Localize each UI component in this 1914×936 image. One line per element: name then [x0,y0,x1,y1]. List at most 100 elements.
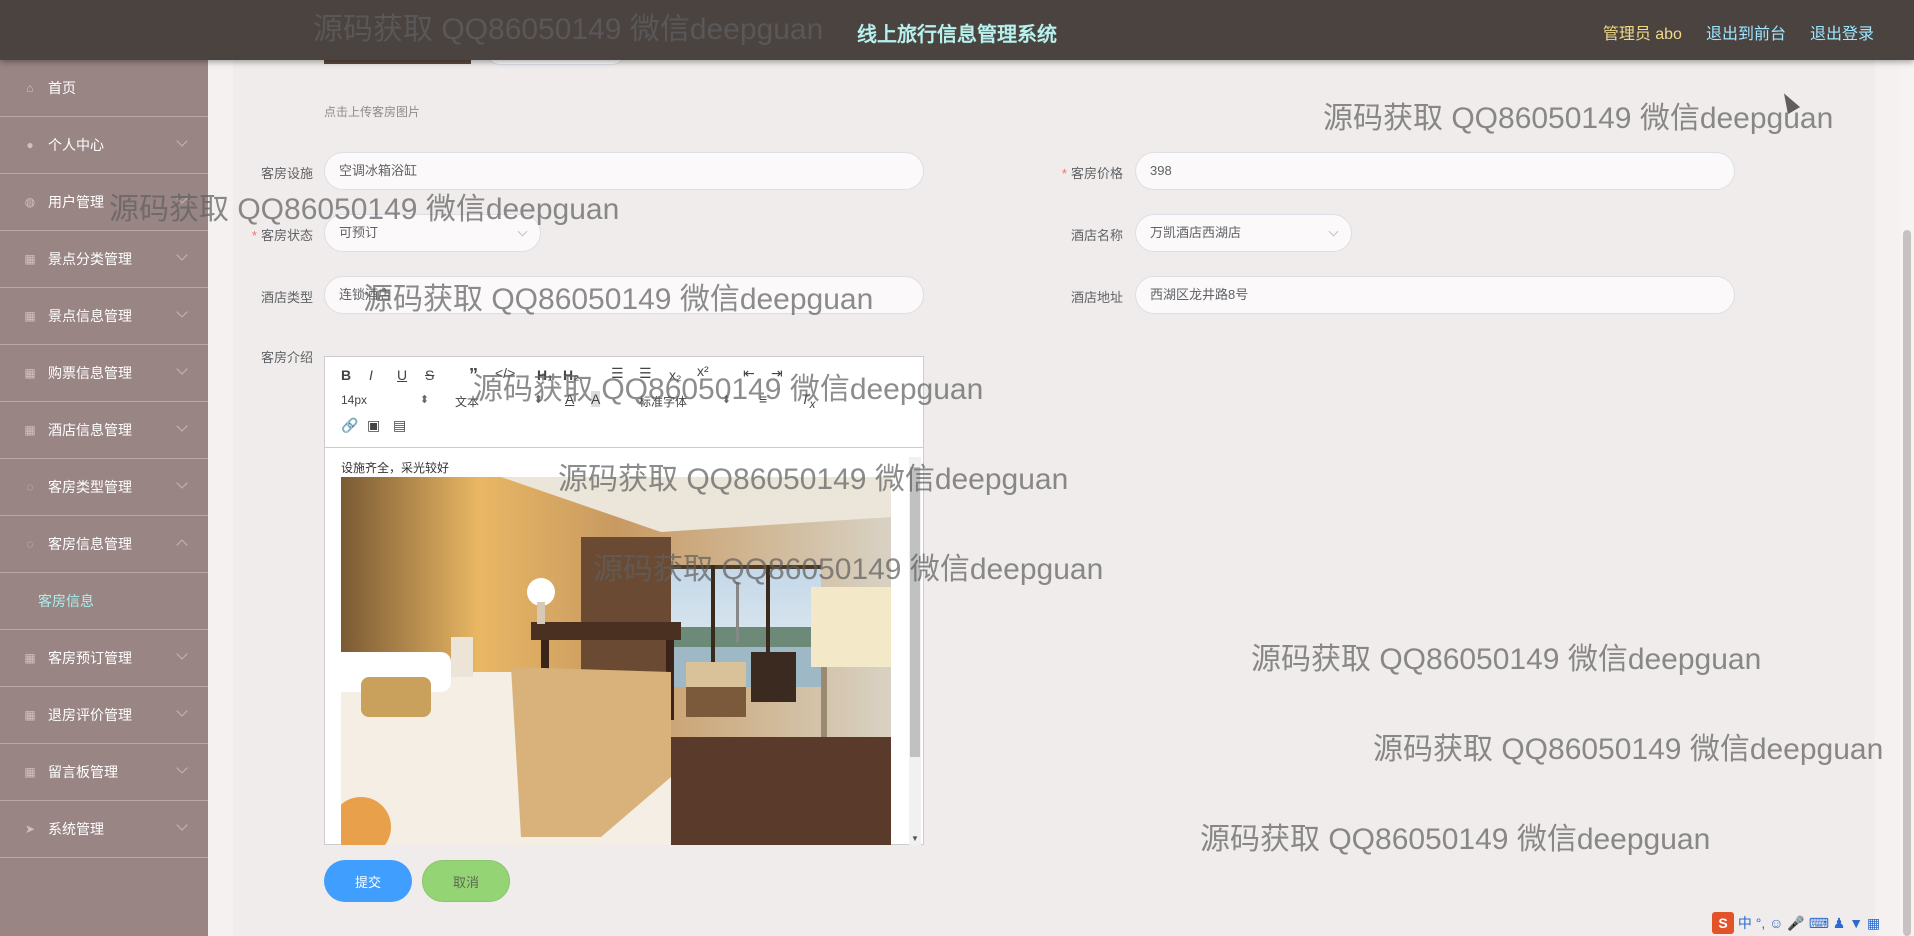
editor-scroll-thumb[interactable] [910,467,920,757]
sidebar-item-checkout-review[interactable]: ▦ 退房评价管理 [0,687,208,744]
hotel-address-label-text: 酒店地址 [1070,290,1123,305]
room-thumbnail[interactable] [324,60,471,64]
admin-label: 管理员 abo [1602,26,1682,43]
indent-decrease-icon[interactable]: ⇤ [743,365,755,382]
page-scroll-thumb[interactable] [1903,230,1911,936]
italic-icon[interactable]: I [369,367,373,383]
sidebar-item-room-info[interactable]: ◌ 客房信息管理 [0,516,208,573]
send-icon: ➤ [24,822,36,836]
chevron-down-icon [176,477,188,489]
grid-icon: ▦ [24,765,36,779]
link-icon[interactable]: 🔗 [341,417,358,434]
bold-icon[interactable]: B [341,367,351,383]
header1-icon[interactable]: H₁ [537,367,553,383]
sidebar: ⌂ 首页 ● 个人中心 ◍ 用户管理 ▦ 景点分类管理 ▦ 景点信息管理 ▦ 购… [0,60,208,936]
indent-increase-icon[interactable]: ⇥ [771,365,783,382]
strike-icon[interactable]: S [425,367,434,383]
circle-icon: ◌ [26,480,34,494]
menu-grid-icon[interactable]: ▦ [1867,915,1880,931]
video-icon[interactable]: ▤ [393,417,406,434]
chevron-down-icon [176,306,188,318]
grid-icon: ▦ [24,423,36,437]
hotel-name-label: 酒店名称 [1013,225,1123,244]
sidebar-item-spot-category[interactable]: ▦ 景点分类管理 [0,231,208,288]
chevron-down-icon [517,226,528,237]
price-label: * 客房价格 [1013,163,1123,182]
sogou-icon[interactable]: S [1712,912,1734,934]
person-icon[interactable]: ♟ [1833,915,1846,931]
price-input[interactable]: 398 [1135,152,1735,190]
text-color-icon[interactable]: A [565,391,574,407]
sidebar-item-ticket-info[interactable]: ▦ 购票信息管理 [0,345,208,402]
status-select-value: 可预订 [339,225,379,240]
bullet-list-icon[interactable]: ☰ [639,365,652,382]
clear-format-icon[interactable]: Tx [801,391,815,411]
grid-icon: ▦ [24,366,36,380]
sidebar-item-room-type[interactable]: ◌ 客房类型管理 [0,459,208,516]
sidebar-item-label: 个人中心 [48,137,104,153]
subscript-icon[interactable]: x₂ [669,367,681,383]
exit-to-front-link[interactable]: 退出到前台 [1706,20,1786,44]
ime-mode[interactable]: 中 [1738,915,1752,931]
font-size-select[interactable]: 14px [341,393,429,407]
status-select[interactable]: 可预订 [324,214,541,252]
required-mark: * [1061,166,1067,181]
sidebar-item-personal[interactable]: ● 个人中心 [0,117,208,174]
code-icon[interactable]: </> [495,365,515,381]
chevron-down-icon [176,363,188,375]
sidebar-item-label: 系统管理 [48,821,104,837]
status-label: * 客房状态 [203,225,313,244]
sidebar-item-system[interactable]: ➤ 系统管理 [0,801,208,858]
hotel-name-select-value: 万凯酒店西湖店 [1150,225,1242,240]
users-icon: ◍ [24,195,36,209]
align-icon[interactable]: ≡ [759,391,767,407]
header2-icon[interactable]: H₂ [563,367,579,383]
sidebar-item-users[interactable]: ◍ 用户管理 [0,174,208,231]
hotel-name-label-text: 酒店名称 [1070,228,1123,243]
chevron-down-icon [176,249,188,261]
sidebar-item-label: 购票信息管理 [48,365,132,381]
ordered-list-icon[interactable]: ☰ [611,365,624,382]
sidebar-subitem-room-info[interactable]: 客房信息 [0,573,208,629]
submit-button[interactable]: 提交 [324,860,412,902]
sidebar-item-spot-info[interactable]: ▦ 景点信息管理 [0,288,208,345]
punct-icon[interactable]: °, [1756,915,1766,931]
superscript-icon[interactable]: x² [697,363,709,379]
keyboard-icon[interactable]: ⌨ [1809,915,1829,931]
sidebar-item-message-board[interactable]: ▦ 留言板管理 [0,744,208,801]
text-background-icon[interactable]: A [591,391,601,407]
ime-tray[interactable]: S 中 °, ☺ 🎤 ⌨ ♟ ▼ ▦ [1712,912,1880,934]
hotel-type-label-text: 酒店类型 [260,290,313,305]
scroll-down-icon[interactable]: ▼ [911,834,919,843]
hotel-address-label: 酒店地址 [1013,287,1123,306]
chevron-down-icon [1328,226,1339,237]
text-format-select[interactable]: 文本 [455,393,543,410]
quote-icon[interactable]: ” [469,365,478,386]
mic-icon[interactable]: 🎤 [1787,915,1804,931]
facility-input[interactable]: 空调冰箱浴缸 [324,152,924,190]
sidebar-item-home[interactable]: ⌂ 首页 [0,60,208,117]
shirt-icon[interactable]: ▼ [1849,915,1863,931]
home-icon: ⌂ [26,81,34,95]
hotel-name-select[interactable]: 万凯酒店西湖店 [1135,214,1352,252]
image-icon[interactable]: ▣ [367,417,380,434]
logout-link[interactable]: 退出登录 [1810,20,1874,44]
font-family-select[interactable]: 标准字体 [639,393,731,410]
status-label-text: 客房状态 [260,228,313,243]
emoji-icon[interactable]: ☺ [1769,915,1783,931]
hotel-address-input[interactable]: 西湖区龙井路8号 [1135,276,1735,314]
editor-toolbar: B I U S ” </> H₁ H₂ ☰ ☰ x₂ x² ⇤ ⇥ 14px 文… [325,357,923,448]
sidebar-item-label: 留言板管理 [48,764,118,780]
sidebar-item-hotel-info[interactable]: ▦ 酒店信息管理 [0,402,208,459]
rich-text-editor[interactable]: B I U S ” </> H₁ H₂ ☰ ☰ x₂ x² ⇤ ⇥ 14px 文… [324,356,924,845]
sidebar-item-booking[interactable]: ▦ 客房预订管理 [0,629,208,687]
underline-icon[interactable]: U [397,367,407,383]
chevron-down-icon [176,705,188,717]
sidebar-item-label: 用户管理 [48,194,104,210]
chevron-down-icon [176,819,188,831]
top-header: 线上旅行信息管理系统 管理员 abo 退出到前台 退出登录 [0,0,1914,60]
hotel-type-input[interactable]: 连锁酒店 [324,276,924,314]
cancel-button[interactable]: 取消 [422,860,510,902]
editor-scrollbar[interactable]: ▼ [909,457,921,845]
intro-label: 客房介绍 [203,347,313,366]
